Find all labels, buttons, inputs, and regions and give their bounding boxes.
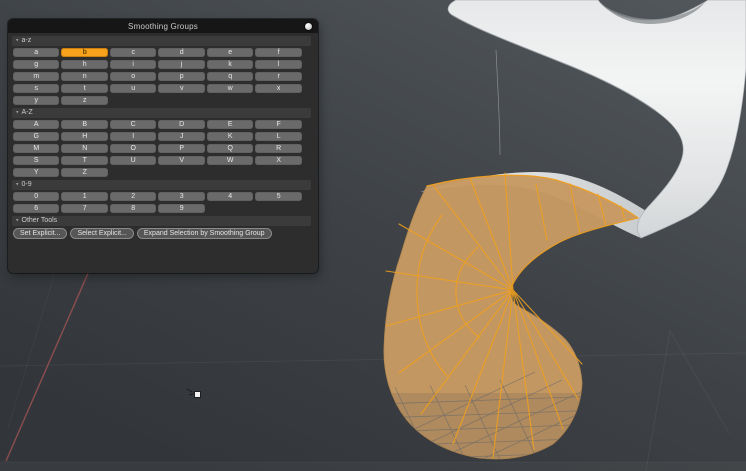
group-key-M[interactable]: M	[13, 144, 59, 153]
panel-titlebar[interactable]: Smoothing Groups	[8, 19, 318, 33]
group-key-K[interactable]: K	[207, 132, 253, 141]
tool-button-2[interactable]: Expand Selection by Smoothing Group	[137, 228, 272, 239]
group-key-e[interactable]: e	[207, 48, 253, 57]
group-key-N[interactable]: N	[61, 144, 107, 153]
group-key-5[interactable]: 5	[255, 192, 301, 201]
group-key-1[interactable]: 1	[61, 192, 107, 201]
key-row: STUVWX	[13, 156, 302, 165]
section-label: Other Tools	[22, 216, 58, 226]
smoothing-groups-panel: Smoothing Groups ▾ a-z abcdef ghijkl mnopq…	[8, 19, 318, 273]
section-header-uppercase[interactable]: ▾ A-Z	[12, 108, 311, 118]
group-key-i[interactable]: i	[110, 60, 156, 69]
section-header-other-tools[interactable]: ▾ Other Tools	[12, 216, 311, 226]
group-key-g[interactable]: g	[13, 60, 59, 69]
group-key-E[interactable]: E	[207, 120, 253, 129]
caret-down-icon: ▾	[16, 216, 19, 226]
tool-button-1[interactable]: Select Explicit...	[70, 228, 133, 239]
group-key-f[interactable]: f	[255, 48, 301, 57]
key-row: abcdef	[13, 48, 302, 57]
group-key-O[interactable]: O	[110, 144, 156, 153]
section-label: 0-9	[22, 180, 32, 190]
group-key-q[interactable]: q	[207, 72, 253, 81]
group-key-P[interactable]: P	[158, 144, 204, 153]
lowercase-key-grid: abcdef ghijkl mnopqr stuvwx yz	[13, 48, 302, 105]
group-key-I[interactable]: I	[110, 132, 156, 141]
group-key-x[interactable]: x	[255, 84, 301, 93]
key-row: mnopqr	[13, 72, 302, 81]
other-tools-row: Set Explicit...Select Explicit... Expand …	[13, 228, 313, 239]
digits-key-grid: 012345 6789	[13, 192, 302, 213]
group-key-Y[interactable]: Y	[13, 168, 59, 177]
group-key-a[interactable]: a	[13, 48, 59, 57]
key-row: MNOPQR	[13, 144, 302, 153]
group-key-F[interactable]: F	[255, 120, 301, 129]
key-row: stuvwx	[13, 84, 302, 93]
group-key-j[interactable]: j	[158, 60, 204, 69]
tool-button-0[interactable]: Set Explicit...	[13, 228, 67, 239]
key-row: 012345	[13, 192, 302, 201]
key-row: YZ	[13, 168, 302, 177]
group-key-0[interactable]: 0	[13, 192, 59, 201]
group-key-9[interactable]: 9	[158, 204, 204, 213]
group-key-B[interactable]: B	[61, 120, 107, 129]
section-label: A-Z	[22, 108, 33, 118]
uppercase-key-grid: ABCDEF GHIJKL MNOPQR STUVWX YZ	[13, 120, 302, 177]
group-key-n[interactable]: n	[61, 72, 107, 81]
panel-title: Smoothing Groups	[128, 22, 198, 31]
section-label: a-z	[22, 36, 32, 46]
group-key-w[interactable]: w	[207, 84, 253, 93]
panel-menu-icon[interactable]	[304, 22, 313, 31]
group-key-7[interactable]: 7	[61, 204, 107, 213]
group-key-u[interactable]: u	[110, 84, 156, 93]
caret-down-icon: ▾	[16, 108, 19, 118]
group-key-6[interactable]: 6	[13, 204, 59, 213]
section-header-digits[interactable]: ▾ 0-9	[12, 180, 311, 190]
group-key-z[interactable]: z	[61, 96, 107, 105]
group-key-o[interactable]: o	[110, 72, 156, 81]
group-key-t[interactable]: t	[61, 84, 107, 93]
group-key-2[interactable]: 2	[110, 192, 156, 201]
group-key-y[interactable]: y	[13, 96, 59, 105]
group-key-c[interactable]: c	[110, 48, 156, 57]
group-key-J[interactable]: J	[158, 132, 204, 141]
group-key-s[interactable]: s	[13, 84, 59, 93]
app-window: Smoothing Groups ▾ a-z abcdef ghijkl mnopq…	[0, 0, 746, 471]
group-key-X[interactable]: X	[255, 156, 301, 165]
group-key-H[interactable]: H	[61, 132, 107, 141]
key-row: yz	[13, 96, 302, 105]
group-key-G[interactable]: G	[13, 132, 59, 141]
group-key-l[interactable]: l	[255, 60, 301, 69]
group-key-m[interactable]: m	[13, 72, 59, 81]
key-row: 6789	[13, 204, 302, 213]
group-key-A[interactable]: A	[13, 120, 59, 129]
section-header-lowercase[interactable]: ▾ a-z	[12, 36, 311, 46]
group-key-h[interactable]: h	[61, 60, 107, 69]
group-key-r[interactable]: r	[255, 72, 301, 81]
key-row: ghijkl	[13, 60, 302, 69]
group-key-Q[interactable]: Q	[207, 144, 253, 153]
group-key-D[interactable]: D	[158, 120, 204, 129]
key-row: GHIJKL	[13, 132, 302, 141]
key-row: ABCDEF	[13, 120, 302, 129]
group-key-8[interactable]: 8	[110, 204, 156, 213]
group-key-4[interactable]: 4	[207, 192, 253, 201]
caret-down-icon: ▾	[16, 36, 19, 46]
group-key-d[interactable]: d	[158, 48, 204, 57]
group-key-v[interactable]: v	[158, 84, 204, 93]
group-key-U[interactable]: U	[110, 156, 156, 165]
group-key-S[interactable]: S	[13, 156, 59, 165]
group-key-R[interactable]: R	[255, 144, 301, 153]
group-key-k[interactable]: k	[207, 60, 253, 69]
group-key-L[interactable]: L	[255, 132, 301, 141]
group-key-C[interactable]: C	[110, 120, 156, 129]
group-key-Z[interactable]: Z	[61, 168, 107, 177]
group-key-V[interactable]: V	[158, 156, 204, 165]
caret-down-icon: ▾	[16, 180, 19, 190]
group-key-b[interactable]: b	[61, 48, 107, 57]
group-key-3[interactable]: 3	[158, 192, 204, 201]
group-key-p[interactable]: p	[158, 72, 204, 81]
group-key-T[interactable]: T	[61, 156, 107, 165]
group-key-W[interactable]: W	[207, 156, 253, 165]
